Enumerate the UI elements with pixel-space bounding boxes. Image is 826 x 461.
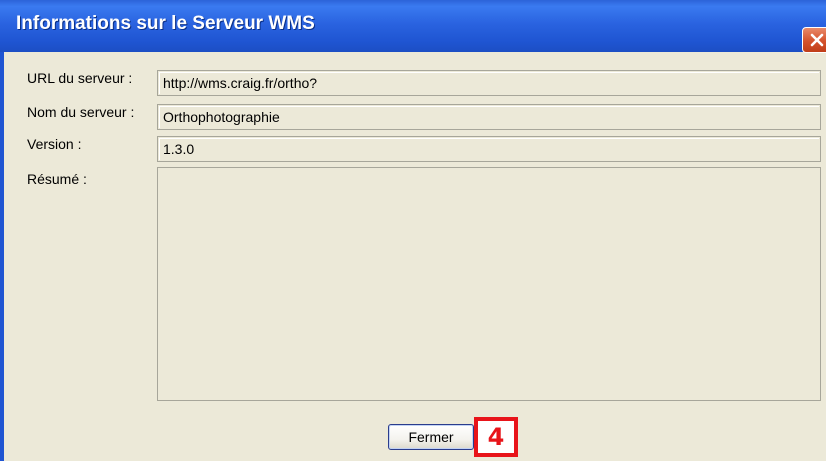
server-name-field[interactable]: Orthophotographie [157, 104, 821, 130]
version-label: Version : [27, 136, 82, 152]
window-frame-left [0, 52, 4, 461]
version-field-bevel [159, 138, 819, 160]
version-field[interactable]: 1.3.0 [157, 136, 821, 162]
close-icon [810, 33, 824, 47]
step-callout-badge: 4 [474, 417, 518, 457]
server-name-value: Orthophotographie [163, 109, 280, 125]
url-field[interactable]: http://wms.craig.fr/ortho? [157, 70, 821, 96]
title-bar[interactable]: Informations sur le Serveur WMS [0, 0, 826, 53]
close-dialog-button-label: Fermer [408, 429, 454, 445]
window-close-button[interactable] [802, 27, 826, 53]
summary-textarea[interactable] [157, 167, 821, 401]
version-value: 1.3.0 [163, 141, 195, 157]
step-callout-number: 4 [487, 423, 505, 451]
wms-server-info-dialog: Informations sur le Serveur WMS URL du s… [0, 0, 826, 461]
url-value: http://wms.craig.fr/ortho? [163, 75, 318, 91]
url-label: URL du serveur : [27, 70, 133, 86]
window-title: Informations sur le Serveur WMS [16, 13, 315, 34]
server-name-label: Nom du serveur : [27, 104, 135, 120]
summary-label: Résumé : [27, 171, 87, 187]
close-dialog-button[interactable]: Fermer [388, 424, 474, 450]
